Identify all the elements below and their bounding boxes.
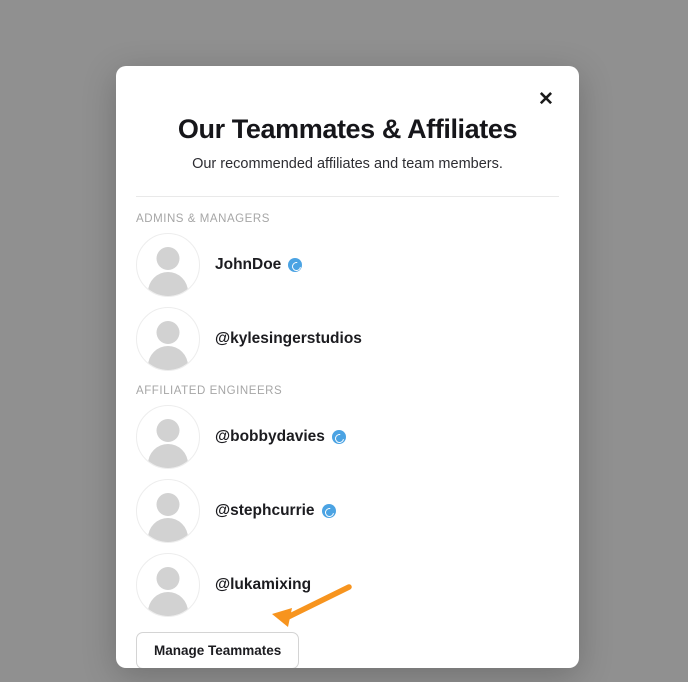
verified-badge-icon bbox=[288, 258, 302, 272]
member-name: @bobbydavies bbox=[215, 428, 325, 446]
member-name: @lukamixing bbox=[215, 576, 311, 594]
app-root: studio North $84 room North $50 AB bi bbox=[0, 0, 688, 682]
member-name: JohnDoe bbox=[215, 256, 281, 274]
list-item[interactable]: @bobbydavies bbox=[136, 400, 559, 474]
avatar-placeholder-icon bbox=[136, 479, 200, 543]
teammates-list: ADMINS & MANAGERS JohnDoe @kylesingerstu… bbox=[116, 197, 579, 622]
avatar-placeholder-icon bbox=[136, 233, 200, 297]
member-identity: @kylesingerstudios bbox=[215, 330, 362, 348]
close-icon[interactable]: ✕ bbox=[533, 86, 559, 112]
list-item[interactable]: @kylesingerstudios bbox=[136, 302, 559, 376]
member-name: @stephcurrie bbox=[215, 502, 315, 520]
page-title: Our Teammates & Affiliates bbox=[140, 114, 555, 145]
group-label-admins: ADMINS & MANAGERS bbox=[136, 213, 559, 225]
member-identity: @bobbydavies bbox=[215, 428, 346, 446]
modal-subtitle: Our recommended affiliates and team memb… bbox=[140, 156, 555, 172]
list-item[interactable]: @lukamixing bbox=[136, 548, 559, 622]
avatar-placeholder-icon bbox=[136, 405, 200, 469]
verified-badge-icon bbox=[322, 504, 336, 518]
list-item[interactable]: JohnDoe bbox=[136, 228, 559, 302]
modal-footer: Manage Teammates bbox=[116, 622, 579, 668]
verified-badge-icon bbox=[332, 430, 346, 444]
list-item[interactable]: @stephcurrie bbox=[136, 474, 559, 548]
modal-header: Our Teammates & Affiliates Our recommend… bbox=[116, 66, 579, 172]
avatar-placeholder-icon bbox=[136, 307, 200, 371]
teammates-modal: ✕ Our Teammates & Affiliates Our recomme… bbox=[116, 66, 579, 668]
avatar-placeholder-icon bbox=[136, 553, 200, 617]
manage-teammates-button[interactable]: Manage Teammates bbox=[136, 632, 299, 668]
member-name: @kylesingerstudios bbox=[215, 330, 362, 348]
member-identity: @lukamixing bbox=[215, 576, 311, 594]
group-label-engineers: AFFILIATED ENGINEERS bbox=[136, 385, 559, 397]
member-identity: @stephcurrie bbox=[215, 502, 336, 520]
member-identity: JohnDoe bbox=[215, 256, 302, 274]
